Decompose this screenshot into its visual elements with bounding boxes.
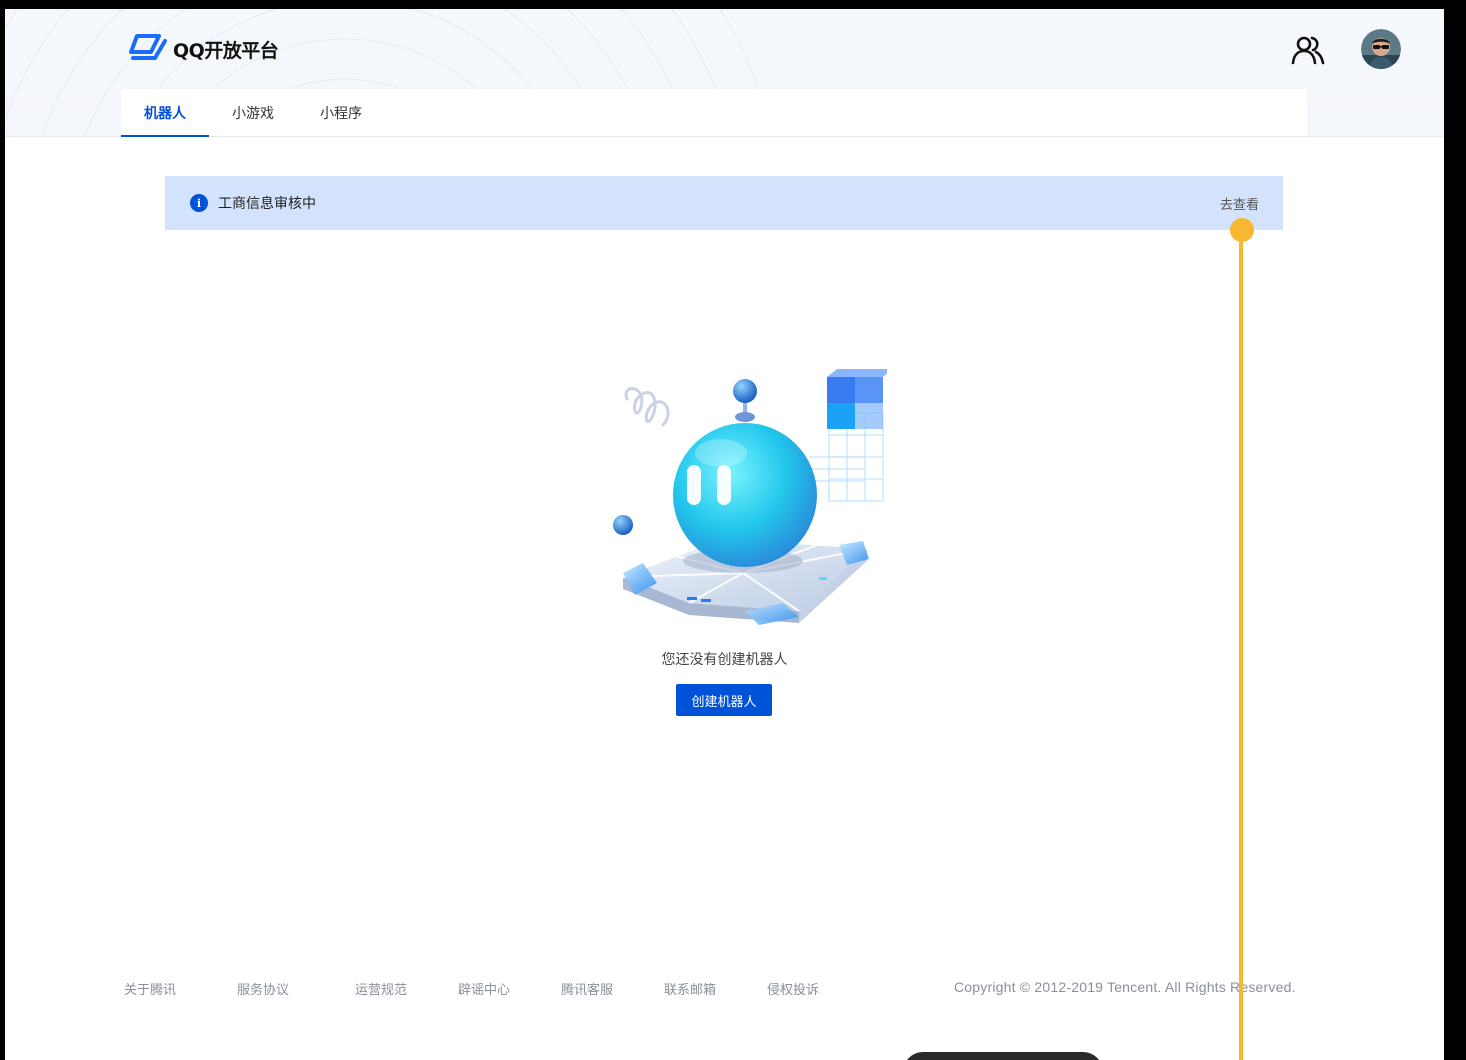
footer: 关于腾讯 服务协议 运营规范 辟谣中心 腾讯客服 联系邮箱 侵权投诉 Copyr… bbox=[5, 979, 1444, 999]
annotation-pointer-dot bbox=[1230, 218, 1254, 242]
annotation-pointer-line bbox=[1239, 222, 1243, 1060]
tabs-divider bbox=[5, 136, 1444, 137]
empty-state-message: 您还没有创建机器人 bbox=[661, 652, 788, 668]
copyright-text: Copyright © 2012-2019 Tencent. All Right… bbox=[954, 979, 1296, 995]
tab-mini-games[interactable]: 小游戏 bbox=[209, 89, 297, 136]
tab-robot[interactable]: 机器人 bbox=[121, 89, 209, 137]
footer-link-rumor-center[interactable]: 辟谣中心 bbox=[458, 979, 510, 998]
app-viewport: QQ开放平台 机器人 小游戏 小程序 i 工商信息审核中 去查看 您还没有创建机… bbox=[5, 9, 1444, 1060]
logo-mark-icon bbox=[129, 34, 167, 60]
brand-logo[interactable]: QQ开放平台 bbox=[129, 33, 279, 65]
info-icon: i bbox=[190, 194, 208, 212]
view-details-link[interactable]: 去查看 bbox=[1220, 194, 1259, 213]
footer-link-service-agreement[interactable]: 服务协议 bbox=[237, 979, 289, 998]
logo-text: QQ开放平台 bbox=[173, 39, 279, 62]
footer-link-operation-rules[interactable]: 运营规范 bbox=[355, 979, 407, 998]
review-notice-banner: i 工商信息审核中 去查看 bbox=[165, 176, 1283, 230]
tab-mini-programs[interactable]: 小程序 bbox=[297, 89, 385, 136]
floating-bottom-pill bbox=[903, 1052, 1103, 1060]
robot-illustration bbox=[613, 369, 887, 625]
avatar-image bbox=[1361, 29, 1401, 69]
user-avatar[interactable] bbox=[1361, 29, 1401, 69]
footer-link-about[interactable]: 关于腾讯 bbox=[124, 979, 176, 998]
footer-link-customer-service[interactable]: 腾讯客服 bbox=[561, 979, 613, 998]
notice-text: 工商信息审核中 bbox=[218, 196, 316, 212]
tab-bar: 机器人 小游戏 小程序 bbox=[121, 89, 1307, 137]
footer-link-contact-email[interactable]: 联系邮箱 bbox=[664, 979, 716, 998]
users-icon[interactable] bbox=[1291, 35, 1325, 65]
create-robot-button[interactable]: 创建机器人 bbox=[676, 684, 772, 716]
footer-link-infringement[interactable]: 侵权投诉 bbox=[767, 979, 819, 998]
